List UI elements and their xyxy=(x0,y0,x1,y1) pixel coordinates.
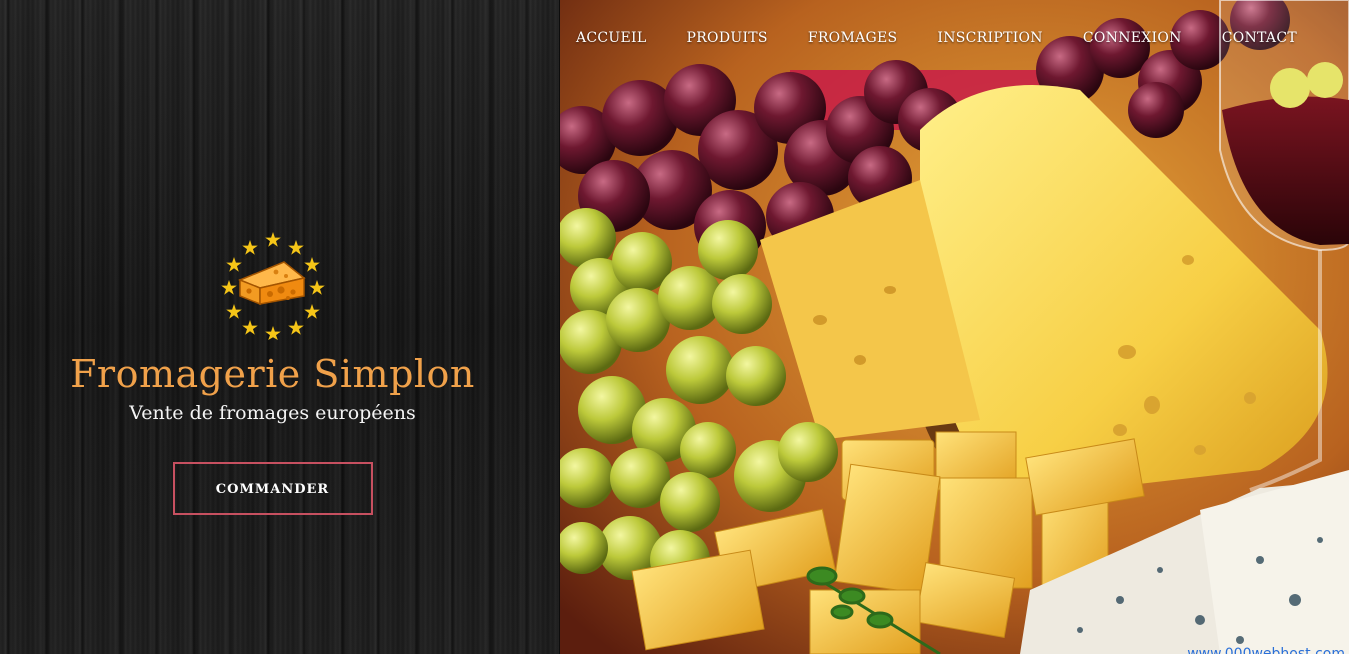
nav-fromages[interactable]: FROMAGES xyxy=(808,30,898,46)
hero-photo: ACCUEIL PRODUITS FROMAGES INSCRIPTION CO… xyxy=(560,0,1349,654)
brand-block: Fromagerie Simplon Vente de fromages eur… xyxy=(0,230,545,515)
nav-produits[interactable]: PRODUITS xyxy=(686,30,767,46)
order-button[interactable]: COMMANDER xyxy=(172,462,373,515)
hero-left-panel: Fromagerie Simplon Vente de fromages eur… xyxy=(0,0,560,654)
nav-contact[interactable]: CONTACT xyxy=(1222,30,1297,46)
main-nav: ACCUEIL PRODUITS FROMAGES INSCRIPTION CO… xyxy=(560,30,1297,46)
cheese-stars-icon xyxy=(220,232,325,340)
nav-accueil[interactable]: ACCUEIL xyxy=(576,30,646,46)
site-tagline: Vente de fromages européens xyxy=(129,402,416,424)
cheese-grapes-photo xyxy=(560,0,1349,654)
site-title: Fromagerie Simplon xyxy=(70,352,475,396)
nav-connexion[interactable]: CONNEXION xyxy=(1083,30,1182,46)
nav-inscription[interactable]: INSCRIPTION xyxy=(937,30,1042,46)
host-watermark[interactable]: www.000webhost.com xyxy=(1187,646,1345,654)
